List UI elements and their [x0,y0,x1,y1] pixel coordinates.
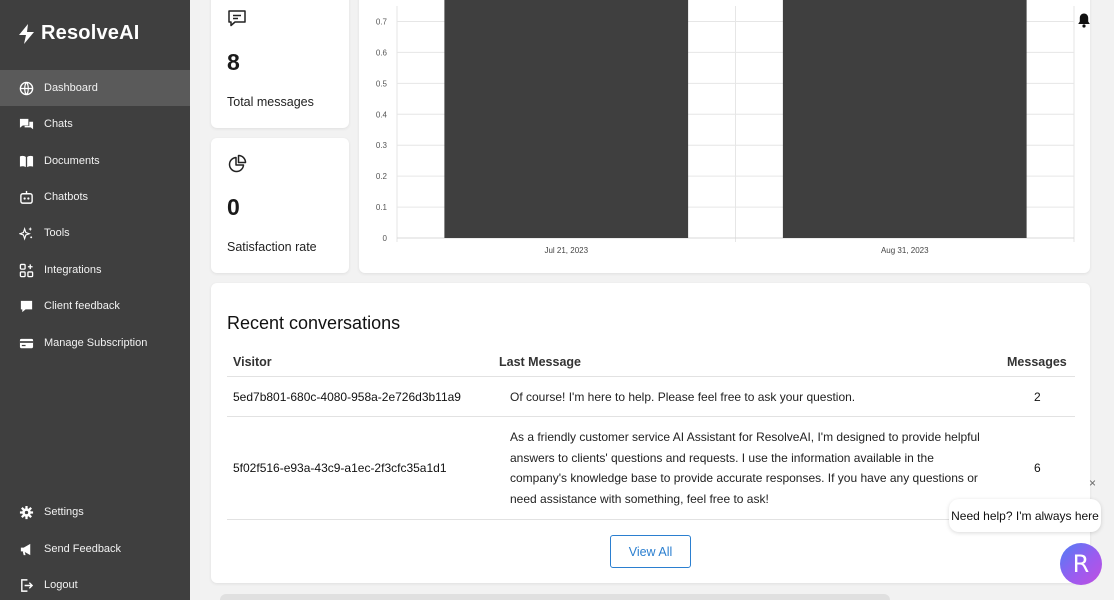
y-tick-label: 0 [383,234,388,243]
messages-chart-card: 0 0.1 0.2 0.3 0.4 0.5 0.6 0.7 Jul 21, 2023 Aug 31… [359,0,1090,273]
row-1-messages-count: 2 [1034,390,1041,404]
brand-logo[interactable]: ResolveAI [18,22,140,45]
sidebar-item-label: Send Feedback [44,543,122,555]
sidebar-item-label: Client feedback [44,300,120,312]
sidebar-item-client-feedback[interactable]: Client feedback [0,288,190,324]
column-header-visitor: Visitor [233,355,272,369]
sidebar-item-chatbots[interactable]: Chatbots [0,179,190,215]
y-tick-label: 0.6 [376,48,388,57]
chat-launcher-avatar[interactable]: R [1060,543,1102,585]
gear-icon [18,504,34,520]
row-2-messages-count: 6 [1034,461,1041,475]
column-header-messages: Messages [1007,355,1067,369]
sidebar-item-label: Logout [44,579,78,591]
bell-icon[interactable] [1077,12,1091,28]
grid-plus-icon [18,262,34,278]
stat-label: Total messages [227,95,314,109]
sidebar-item-label: Manage Subscription [44,337,148,349]
column-header-last-message: Last Message [499,355,581,369]
sidebar-item-dashboard[interactable]: Dashboard [0,70,190,106]
close-icon[interactable]: × [1089,476,1096,490]
sidebar-item-tools[interactable]: Tools [0,215,190,251]
view-all-button[interactable]: View All [610,535,691,568]
logout-icon [18,577,34,593]
megaphone-icon [18,541,34,557]
sidebar-item-label: Documents [44,155,100,167]
row-1-last-message[interactable]: Of course! I'm here to help. Please feel… [510,387,980,408]
divider [227,376,1075,377]
sidebar-item-send-feedback[interactable]: Send Feedback [0,531,190,567]
x-tick-label: Aug 31, 2023 [881,246,929,255]
y-tick-label: 0.1 [376,203,388,212]
pie-chart-icon [228,154,247,173]
sidebar-item-chats[interactable]: Chats [0,106,190,142]
stat-card-total-messages: 8 Total messages [211,0,349,128]
row-2-last-message[interactable]: As a friendly customer service AI Assist… [510,427,980,509]
stat-value: 0 [227,194,240,220]
sidebar-item-label: Integrations [44,264,102,276]
sparkles-icon [18,225,34,241]
sidebar-item-manage-subscription[interactable]: Manage Subscription [0,325,190,361]
y-tick-label: 0.3 [376,141,388,150]
stat-card-satisfaction-rate: 0 Satisfaction rate [211,138,349,273]
sidebar-item-documents[interactable]: Documents [0,143,190,179]
stat-value: 8 [227,49,240,75]
divider [227,416,1075,417]
y-tick-label: 0.4 [376,110,388,119]
brand-name: ResolveAI [41,22,140,44]
section-title: Recent conversations [227,313,401,333]
y-tick-label: 0.5 [376,79,388,88]
help-bubble[interactable]: Need help? I'm always here [949,499,1101,532]
sidebar: ResolveAI Dashboard Chats Documents Chat… [0,0,190,600]
speech-bubble-icon [18,298,34,314]
chart-bar [444,0,689,238]
globe-icon [18,80,34,96]
y-tick-label: 0.7 [376,17,388,26]
row-1-visitor[interactable]: 5ed7b801-680c-4080-958a-2e726d3b11a9 [233,390,461,404]
book-icon [18,153,34,169]
sidebar-item-label: Chats [44,118,73,130]
robot-icon [18,189,34,205]
sidebar-item-integrations[interactable]: Integrations [0,252,190,288]
sidebar-item-label: Settings [44,506,84,518]
divider [227,519,1075,520]
credit-card-icon [18,335,34,351]
sidebar-item-settings[interactable]: Settings [0,494,190,530]
stat-label: Satisfaction rate [227,240,317,254]
next-card-edge [220,594,890,600]
row-2-visitor[interactable]: 5f02f516-e93a-43c9-a1ec-2f3cfc35a1d1 [233,461,447,475]
sidebar-item-label: Dashboard [44,82,98,94]
sidebar-item-label: Chatbots [44,191,89,203]
x-tick-label: Jul 21, 2023 [544,246,588,255]
messages-bar-chart: 0 0.1 0.2 0.3 0.4 0.5 0.6 0.7 Jul 21, 2023 Aug 31… [376,0,1075,255]
chat-bubbles-icon [18,116,34,132]
y-tick-label: 0.2 [376,172,388,181]
message-square-icon [228,10,246,27]
sidebar-item-label: Tools [44,227,70,239]
sidebar-item-logout[interactable]: Logout [0,567,190,600]
recent-conversations-card: Recent conversations Visitor Last Messag… [211,283,1090,583]
chart-bar [782,0,1027,238]
lightning-icon [19,23,34,44]
